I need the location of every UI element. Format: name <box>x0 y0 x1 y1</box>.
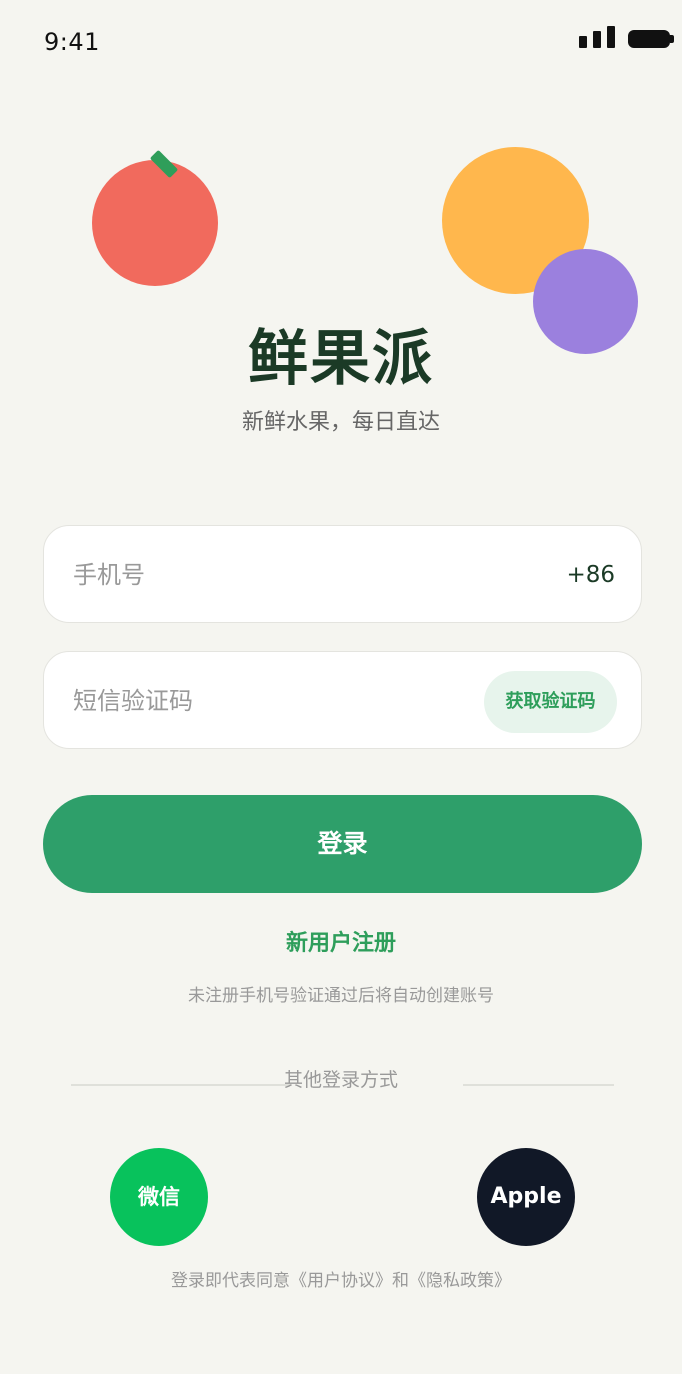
status-time: 9:41 <box>44 28 100 56</box>
signal-icon <box>579 26 615 48</box>
get-code-button[interactable]: 获取验证码 <box>484 671 617 733</box>
apple-illustration <box>92 160 218 286</box>
country-code-selector[interactable]: +86 <box>566 526 615 624</box>
other-login-label: 其他登录方式 <box>283 1069 398 1091</box>
app-title: 鲜果派 <box>248 324 434 394</box>
apple-login-button[interactable]: Apple <box>477 1148 575 1246</box>
register-hint: 未注册手机号验证通过后将自动创建账号 <box>188 986 494 1006</box>
sms-code-field[interactable]: 短信验证码 获取验证码 <box>43 651 642 749</box>
phone-placeholder: 手机号 <box>73 561 145 589</box>
battery-icon <box>628 30 674 48</box>
sms-code-placeholder: 短信验证码 <box>73 687 193 715</box>
phone-field[interactable]: 手机号 +86 <box>43 525 642 623</box>
app-subtitle: 新鲜水果，每日直达 <box>241 410 440 435</box>
wechat-login-button[interactable]: 微信 <box>110 1148 208 1246</box>
agreement-text[interactable]: 登录即代表同意《用户协议》和《隐私政策》 <box>0 1266 682 1291</box>
login-button[interactable]: 登录 <box>43 795 642 893</box>
register-link[interactable]: 新用户注册 <box>0 925 682 957</box>
